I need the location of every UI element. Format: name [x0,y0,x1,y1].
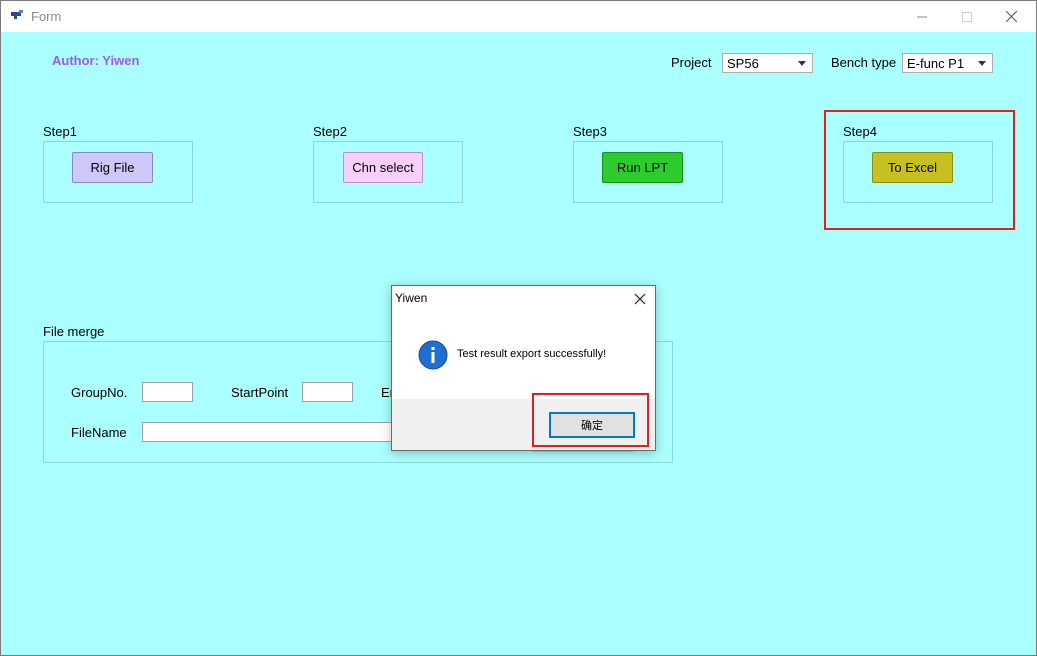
step1-label: Step1 [43,124,77,139]
project-select-value: SP56 [727,56,759,71]
window-title: Form [31,9,62,24]
rig-file-button[interactable]: Rig File [72,152,153,183]
minimize-icon [916,16,927,17]
chevron-down-icon [978,61,986,66]
close-button[interactable] [989,1,1034,32]
step2-label: Step2 [313,124,347,139]
chn-select-button[interactable]: Chn select [343,152,423,183]
title-bar[interactable]: Form [1,1,1036,32]
minimize-button[interactable] [899,1,944,32]
dialog-title: Yiwen [395,291,428,305]
chevron-down-icon [798,61,806,66]
maximize-button[interactable] [944,1,989,32]
bench-type-select[interactable]: E-func P1 [902,53,993,73]
info-icon [418,340,448,370]
start-point-label: StartPoint [231,385,289,400]
file-merge-label: File merge [43,324,105,339]
group-no-input[interactable] [142,382,193,402]
step4-highlight-box [824,110,1015,230]
dialog-message: Test result export successfully! [457,348,607,360]
bench-type-label: Bench type [831,55,897,70]
start-point-input[interactable] [302,382,353,402]
author-label: Author: Yiwen [52,53,140,68]
close-icon[interactable] [632,291,648,307]
bench-type-select-value: E-func P1 [907,56,965,71]
step3-label: Step3 [573,124,607,139]
main-window: Form Author: Yiwen Project SP56 Bench ty… [0,0,1037,656]
maximize-icon [961,11,972,22]
group-no-label: GroupNo. [71,385,128,400]
app-icon [11,10,23,19]
project-label: Project [671,55,712,70]
run-lpt-button[interactable]: Run LPT [602,152,683,183]
file-name-label: FileName [71,425,127,440]
close-icon [1006,11,1017,22]
project-select[interactable]: SP56 [722,53,813,73]
ok-highlight-box [532,393,649,447]
file-name-input[interactable] [142,422,402,442]
